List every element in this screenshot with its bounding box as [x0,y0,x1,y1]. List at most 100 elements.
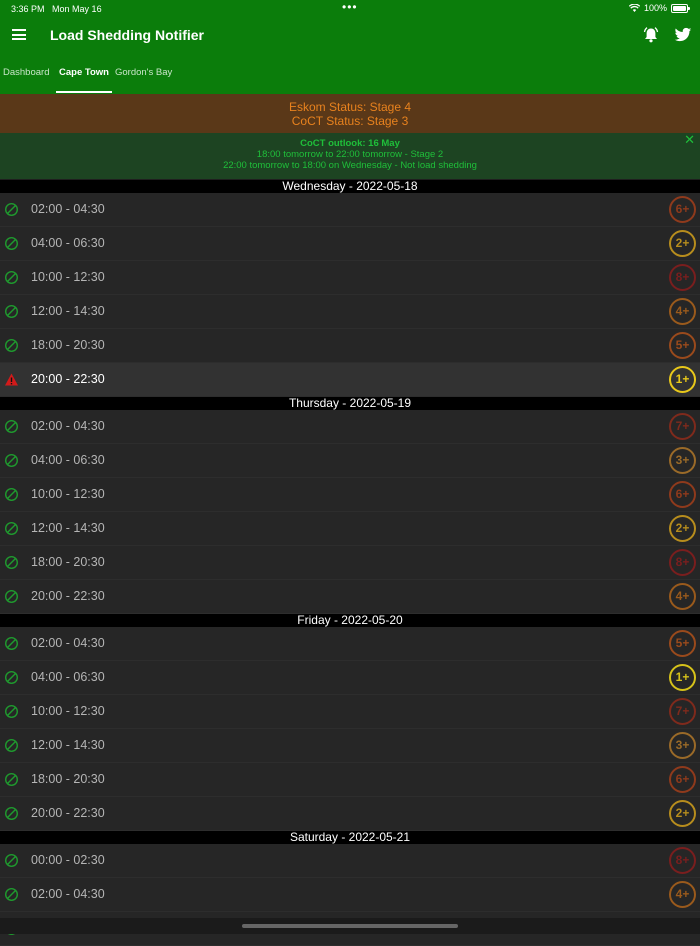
slot-time: 02:00 - 04:30 [31,202,105,216]
system-status-bar: 3:36 PM Mon May 16 ••• 100% [0,0,700,18]
schedule-slot-row[interactable]: 20:00 - 22:30 4+ [0,580,700,614]
coct-status: CoCT Status: Stage 3 [291,114,409,128]
wifi-icon [628,4,640,12]
stage-badge: 3+ [669,732,696,759]
day-header: Saturday - 2022-05-21 [0,831,700,844]
outlook-banner: CoCT outlook: 16 May 18:00 tomorrow to 2… [0,133,700,179]
slot-time: 18:00 - 20:30 [31,555,105,569]
outlook-title: CoCT outlook: 16 May [300,138,400,149]
stage-badge: 6+ [669,196,696,223]
stage-badge: 2+ [669,800,696,827]
stage-badge: 4+ [669,298,696,325]
schedule-slot-row[interactable]: 10:00 - 12:30 7+ [0,695,700,729]
slot-time: 02:00 - 04:30 [31,636,105,650]
schedule-slot-row[interactable]: 04:00 - 06:30 3+ [0,444,700,478]
stage-badge: 2+ [669,230,696,257]
schedule-slot-row[interactable]: 18:00 - 20:30 5+ [0,329,700,363]
slot-time: 18:00 - 20:30 [31,338,105,352]
hamburger-menu-icon[interactable] [12,29,26,40]
schedule-slot-row[interactable]: 12:00 - 14:30 3+ [0,729,700,763]
schedule-slot-row[interactable]: 02:00 - 04:30 5+ [0,627,700,661]
slot-time: 04:00 - 06:30 [31,453,105,467]
home-indicator[interactable] [242,924,458,928]
stage-badge: 5+ [669,332,696,359]
day-header: Thursday - 2022-05-19 [0,397,700,410]
schedule-slot-row[interactable]: 10:00 - 12:30 6+ [0,478,700,512]
stage-badge: 2+ [669,515,696,542]
slot-time: 04:00 - 06:30 [31,236,105,250]
stage-status-panel: Eskom Status: Stage 4 CoCT Status: Stage… [0,94,700,133]
no-symbol-icon [4,487,19,502]
no-symbol-icon [4,636,19,651]
stage-badge: 6+ [669,766,696,793]
slot-time: 02:00 - 04:30 [31,419,105,433]
schedule-slot-row[interactable]: 02:00 - 04:30 4+ [0,878,700,912]
slot-time: 20:00 - 22:30 [31,589,105,603]
outlook-line-1: 18:00 tomorrow to 22:00 tomorrow - Stage… [256,149,444,160]
slot-time: 00:00 - 02:30 [31,853,105,867]
stage-badge: 6+ [669,481,696,508]
day-header: Friday - 2022-05-20 [0,614,700,627]
schedule-slot-row[interactable]: 02:00 - 04:30 6+ [0,193,700,227]
schedule-slot-row[interactable]: 12:00 - 14:30 4+ [0,295,700,329]
slot-time: 02:00 - 04:30 [31,887,105,901]
active-tab-indicator [56,91,112,93]
stage-badge: 8+ [669,847,696,874]
schedule-slot-row[interactable]: 18:00 - 20:30 6+ [0,763,700,797]
slot-time: 12:00 - 14:30 [31,738,105,752]
schedule-slot-row[interactable]: 12:00 - 14:30 2+ [0,512,700,546]
tab-dashboard[interactable]: Dashboard [3,67,49,78]
stage-badge: 4+ [669,881,696,908]
app-bar: Load Shedding Notifier [0,24,700,48]
slot-time: 18:00 - 20:30 [31,772,105,786]
no-symbol-icon [4,887,19,902]
outlook-line-2: 22:00 tomorrow to 18:00 on Wednesday - N… [223,160,477,171]
location-tabs: Dashboard Cape Town Gordon's Bay [0,60,700,94]
no-symbol-icon [4,806,19,821]
alarm-bell-icon[interactable] [642,26,660,44]
no-symbol-icon [4,853,19,868]
slot-time: 20:00 - 22:30 [31,806,105,820]
schedule-slot-row[interactable]: 18:00 - 20:30 8+ [0,546,700,580]
no-symbol-icon [4,555,19,570]
schedule-slot-row[interactable]: 00:00 - 02:30 8+ [0,844,700,878]
no-symbol-icon [4,521,19,536]
no-symbol-icon [4,589,19,604]
no-symbol-icon [4,419,19,434]
close-icon[interactable]: ✕ [684,133,695,146]
schedule-slot-row[interactable]: 04:00 - 06:30 2+ [0,227,700,261]
stage-badge: 8+ [669,264,696,291]
stage-badge: 8+ [669,549,696,576]
no-symbol-icon [4,704,19,719]
stage-badge: 7+ [669,413,696,440]
schedule-slot-row[interactable]: 10:00 - 12:30 8+ [0,261,700,295]
status-right: 100% [628,3,690,13]
schedule-slot-row[interactable]: 02:00 - 04:30 7+ [0,410,700,444]
stage-badge: 5+ [669,630,696,657]
tab-gordons-bay[interactable]: Gordon's Bay [115,67,172,78]
schedule-slot-row[interactable]: 04:00 - 06:30 1+ [0,661,700,695]
slot-time: 12:00 - 14:30 [31,304,105,318]
stage-badge: 7+ [669,698,696,725]
schedule-slot-row[interactable]: 20:00 - 22:30 2+ [0,797,700,831]
app-title: Load Shedding Notifier [50,27,204,43]
warning-icon [4,372,19,387]
eskom-status: Eskom Status: Stage 4 [288,100,412,114]
no-symbol-icon [4,270,19,285]
slot-time: 10:00 - 12:30 [31,270,105,284]
twitter-icon[interactable] [674,26,692,44]
slot-time: 12:00 - 14:30 [31,521,105,535]
multitask-dots-icon[interactable]: ••• [342,0,358,14]
slot-time: 10:00 - 12:30 [31,487,105,501]
status-time: 3:36 PM Mon May 16 [11,4,102,14]
no-symbol-icon [4,738,19,753]
schedule-slot-row[interactable]: 20:00 - 22:30 1+ [0,363,700,397]
stage-badge: 1+ [669,366,696,393]
no-symbol-icon [4,304,19,319]
schedule-list: Wednesday - 2022-05-18 02:00 - 04:30 6+ 04:… [0,180,700,946]
tab-cape-town[interactable]: Cape Town [59,67,109,78]
no-symbol-icon [4,236,19,251]
day-header: Wednesday - 2022-05-18 [0,180,700,193]
stage-badge: 4+ [669,583,696,610]
no-symbol-icon [4,202,19,217]
